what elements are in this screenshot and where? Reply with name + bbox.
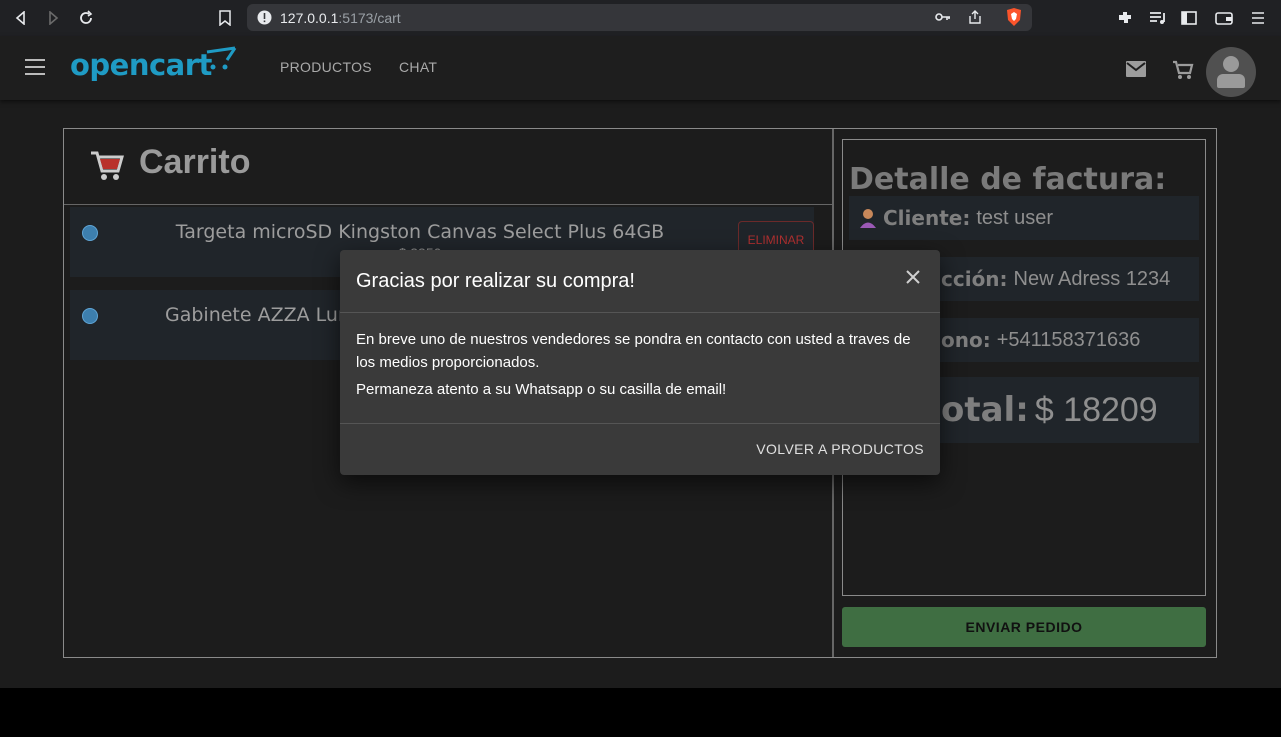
reload-icon[interactable] <box>78 0 94 36</box>
client-value: test user <box>976 206 1054 229</box>
total-value: $ 18209 <box>1034 390 1158 429</box>
address-label: cción: <box>941 267 1008 291</box>
invoice-client-row: Cliente: test user <box>849 196 1199 240</box>
purchase-dialog: Gracias por realizar su compra! En breve… <box>340 250 940 475</box>
total-label: otal: <box>941 390 1029 430</box>
address-bar[interactable]: 127.0.0.1:5173/cart <box>247 4 1032 31</box>
extensions-icon[interactable] <box>1117 0 1133 36</box>
url-text: 127.0.0.1:5173/cart <box>280 10 401 26</box>
app-header: opencart PRODUCTOS CHAT <box>0 36 1281 100</box>
send-order-button[interactable]: ENVIAR PEDIDO <box>842 607 1206 647</box>
key-icon[interactable] <box>935 10 951 29</box>
nav-chat[interactable]: CHAT <box>399 59 437 75</box>
dialog-header: Gracias por realizar su compra! <box>340 250 940 313</box>
page-bottom <box>0 688 1281 737</box>
client-label: Cliente: <box>883 206 971 230</box>
cart-icon[interactable] <box>1172 60 1194 85</box>
invoice-title: Detalle de factura: <box>849 162 1167 197</box>
share-icon[interactable] <box>967 9 983 30</box>
logo[interactable]: opencart <box>70 46 237 82</box>
dialog-body: En breve uno de nuestros vendedores se p… <box>356 328 926 405</box>
hamburger-icon[interactable] <box>25 59 45 75</box>
item-name: Gabinete AZZA Lun <box>165 304 351 326</box>
address-value: New Adress 1234 <box>1013 267 1171 290</box>
bookmark-icon[interactable] <box>219 0 231 36</box>
dialog-message: En breve uno de nuestros vendedores se p… <box>356 331 911 371</box>
menu-icon[interactable] <box>1251 0 1265 36</box>
cart-header: Carrito <box>64 129 832 205</box>
site-info-icon[interactable] <box>257 10 272 25</box>
logo-text: opencart <box>70 48 212 82</box>
back-to-products-button[interactable]: VOLVER A PRODUCTOS <box>756 441 924 457</box>
item-name: Targeta microSD Kingston Canvas Select P… <box>175 221 665 243</box>
globe-icon <box>82 308 98 324</box>
wallet-icon[interactable] <box>1215 0 1233 36</box>
phone-value: +541158371636 <box>996 328 1141 351</box>
brave-shield-icon[interactable] <box>1005 7 1023 32</box>
url-host: 127.0.0.1 <box>280 9 339 26</box>
sidebar-icon[interactable] <box>1181 0 1197 36</box>
browser-toolbar: 127.0.0.1:5173/cart <box>0 0 1281 36</box>
url-path: :5173/cart <box>338 9 401 26</box>
dialog-message: Permaneza atento a su Whatsapp o su casi… <box>356 381 727 398</box>
mail-icon[interactable] <box>1126 61 1146 82</box>
dialog-title: Gracias por realizar su compra! <box>356 270 635 292</box>
avatar[interactable] <box>1206 47 1256 97</box>
shopping-cart-icon <box>89 147 125 188</box>
dialog-footer: VOLVER A PRODUCTOS <box>340 423 940 476</box>
forward-icon[interactable] <box>46 0 60 36</box>
phone-label: ono: <box>941 328 991 352</box>
logo-cart-icon <box>206 46 237 70</box>
back-icon[interactable] <box>14 0 28 36</box>
cart-title: Carrito <box>139 143 251 181</box>
close-icon[interactable] <box>902 266 924 288</box>
playlist-icon[interactable] <box>1149 0 1167 36</box>
person-icon <box>859 208 877 228</box>
nav-productos[interactable]: PRODUCTOS <box>280 59 372 75</box>
